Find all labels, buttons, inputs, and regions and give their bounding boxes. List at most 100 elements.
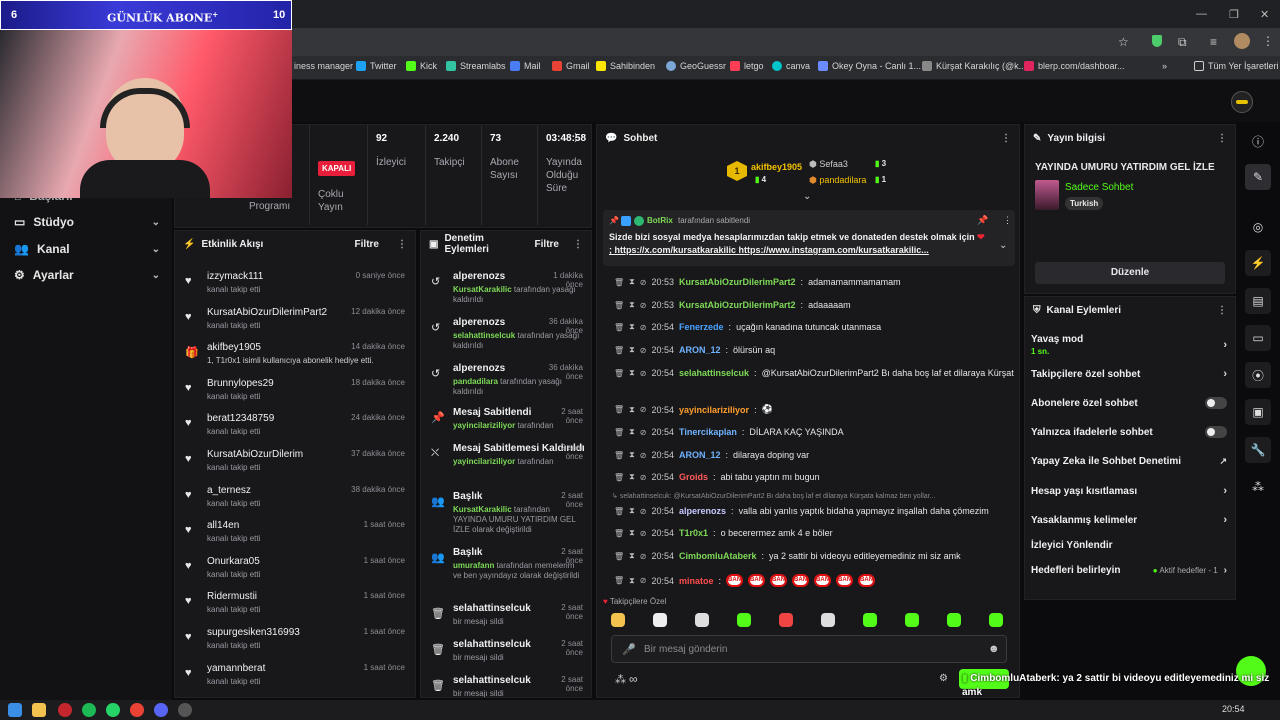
menu-icon[interactable]: ⋮ — [1262, 34, 1274, 48]
bookmark-item[interactable]: Mail — [510, 61, 541, 71]
nav-item-channel[interactable]: 👥 Kanal ⌄ — [14, 242, 160, 256]
redirect-row[interactable]: İzleyici Yönlendir — [1031, 540, 1227, 551]
emote-icon[interactable] — [947, 613, 961, 627]
layout-icon[interactable]: ▣ — [1245, 399, 1271, 425]
follower-chat-row[interactable]: Takipçilere özel sohbet › — [1031, 368, 1227, 380]
more-icon[interactable]: ⋮ — [397, 239, 407, 250]
ban-icon[interactable]: ⊘ — [640, 451, 647, 460]
emote-icon[interactable] — [611, 613, 625, 627]
bookmark-item[interactable]: letgo — [730, 61, 764, 71]
extensions-icon[interactable]: ⧉ — [1178, 35, 1187, 50]
bookmark-item[interactable]: Gmail — [552, 61, 590, 71]
bookmark-item[interactable]: Okey Oyna - Canlı 1... — [818, 61, 921, 71]
activity-filter-button[interactable]: Filtre — [355, 239, 379, 250]
bookmarks-overflow-icon[interactable]: » — [1162, 61, 1167, 71]
clipboard-icon[interactable]: ▤ — [1245, 288, 1271, 314]
bolt-icon[interactable]: ⚡ — [1245, 250, 1271, 276]
activity-item[interactable]: ♥ supurgesiken316993 kanalı takip etti 1… — [175, 621, 415, 657]
emote-icon[interactable] — [737, 613, 751, 627]
trash-icon[interactable]: 🗑 — [614, 428, 624, 437]
timeout-icon[interactable]: ⧗ — [629, 405, 635, 415]
restore-icon[interactable]: ❐ — [1229, 8, 1239, 21]
emote-icon[interactable] — [695, 613, 709, 627]
moderation-item[interactable]: ↺ alperenozs pandadilara tarafından yasa… — [421, 359, 591, 397]
timeout-icon[interactable]: ⧗ — [629, 506, 635, 516]
activity-item[interactable]: ♥ berat12348759 kanalı takip etti 24 dak… — [175, 407, 415, 443]
wrench-icon[interactable]: 🔧 — [1245, 437, 1271, 463]
category-link[interactable]: Sadece Sohbet — [1065, 182, 1133, 193]
bookmark-item[interactable]: blerp.com/dashboar... — [1024, 61, 1125, 71]
edit-button[interactable]: Düzenle — [1035, 262, 1225, 284]
close-icon[interactable]: ✕ — [1260, 8, 1269, 21]
account-age-row[interactable]: Hesap yaşı kısıtlaması › — [1031, 485, 1227, 497]
mic-icon[interactable]: 🎤 — [622, 643, 636, 656]
timeout-icon[interactable]: ⧗ — [629, 345, 635, 355]
ban-icon[interactable]: ⊘ — [640, 576, 647, 585]
activity-item[interactable]: ♥ Brunnylopes29 kanalı takip etti 18 dak… — [175, 372, 415, 408]
broadcast-icon[interactable]: ⦿ — [1245, 362, 1271, 388]
slow-mode-row[interactable]: Yavaş mod 1 sn. › — [1031, 334, 1227, 356]
chat-message[interactable]: 🗑 ⧗ ⊘ 20:54 CimbomluAtaberk: ya 2 sattir … — [614, 551, 1014, 561]
activity-item[interactable]: ♥ all14en kanalı takip etti 1 saat önce — [175, 514, 415, 550]
spotify-icon[interactable] — [82, 703, 96, 717]
moderation-item[interactable]: 🗑 selahattinselcuk bir mesajı sildi 2 sa… — [421, 671, 591, 697]
activity-item[interactable]: ♥ KursatAbiOzurDilerim kanalı takip etti… — [175, 443, 415, 479]
chat-message[interactable]: 🗑 ⧗ ⊘ 20:54 ARON_12: dilaraya doping var — [614, 450, 1014, 460]
sub-chat-toggle[interactable] — [1205, 397, 1227, 409]
pencil-icon[interactable]: ✎ — [1245, 164, 1271, 190]
moderation-filter-button[interactable]: Filtre — [535, 239, 559, 250]
ban-icon[interactable]: ⊘ — [640, 552, 647, 561]
gifter-name[interactable]: akifbey1905 — [751, 162, 802, 172]
trash-icon[interactable]: 🗑 — [614, 552, 624, 561]
timeout-icon[interactable]: ⧗ — [629, 277, 635, 287]
ban-icon[interactable]: ⊘ — [640, 301, 647, 310]
timeout-icon[interactable]: ⧗ — [629, 528, 635, 538]
activity-item[interactable]: ♥ yamannberat kanalı takip etti 1 saat ö… — [175, 657, 415, 693]
ai-mod-row[interactable]: Yapay Zeka ile Sohbet Denetimi ↗ — [1031, 456, 1227, 467]
ban-icon[interactable]: ⊘ — [640, 323, 647, 332]
activity-item[interactable]: ♥ Ridermustii kanalı takip etti 1 saat ö… — [175, 585, 415, 621]
more-icon[interactable]: ⋮ — [573, 239, 583, 250]
activity-item[interactable]: 🎁 akifbey1905 1, T1r0x1 isimli kullanıcı… — [175, 336, 415, 372]
profile-avatar[interactable] — [1234, 33, 1250, 49]
pinned-bot-name[interactable]: BotRix — [647, 216, 673, 225]
chat-message[interactable]: 🗑 ⧗ ⊘ 20:54 alperenozs: valla abi yanlıs … — [614, 506, 1014, 516]
chat-input[interactable]: 🎤 Bir mesaj gönderin ☻ — [611, 635, 1007, 663]
trash-icon[interactable]: 🗑 — [614, 451, 624, 460]
target-icon[interactable]: ◎ — [1245, 214, 1271, 240]
community-icon[interactable]: ⁂ — [615, 673, 626, 686]
ban-icon[interactable]: ⊘ — [640, 346, 647, 355]
trash-icon[interactable]: 🗑 — [614, 529, 624, 538]
chat-message[interactable]: 🗑 ⧗ ⊘ 20:54 minatoe: BAN BAN BAN BAN BAN BAN BA… — [614, 574, 1014, 587]
chevron-down-icon[interactable]: ⌄ — [999, 240, 1007, 251]
gifter-name[interactable]: ⬢ pandadilara — [809, 175, 866, 186]
media-icon[interactable]: ≡ — [1210, 35, 1217, 49]
activity-item[interactable]: ♥ a_ternesz kanalı takip etti 38 dakika … — [175, 479, 415, 515]
folder-icon[interactable] — [32, 703, 46, 717]
timeout-icon[interactable]: ⧗ — [629, 472, 635, 482]
more-icon[interactable]: ⋮ — [1217, 133, 1227, 144]
emote-icon[interactable] — [779, 613, 793, 627]
moderation-item[interactable]: 👥 Başlık KursatKarakilic tarafından YAYI… — [421, 487, 591, 535]
ban-icon[interactable]: ⊘ — [640, 405, 647, 414]
obs-icon[interactable] — [178, 703, 192, 717]
bookmark-item[interactable]: Kürşat Karakılıç (@k... — [922, 61, 1026, 71]
emote-icon[interactable] — [863, 613, 877, 627]
timeout-icon[interactable]: ⧗ — [629, 300, 635, 310]
ban-icon[interactable]: ⊘ — [640, 529, 647, 538]
activity-item[interactable]: ♥ izzymack111 kanalı takip etti 0 saniye… — [175, 265, 415, 301]
chat-message[interactable]: 🗑 ⧗ ⊘ 20:54 Tinercikaplan: DİLARA KAÇ YAŞ… — [614, 427, 1014, 437]
whatsapp-icon[interactable] — [106, 703, 120, 717]
bookmark-item[interactable]: Streamlabs — [446, 61, 506, 71]
trash-icon[interactable]: 🗑 — [614, 405, 624, 414]
more-icon[interactable]: ⋮ — [1217, 305, 1227, 316]
timeout-icon[interactable]: ⧗ — [629, 368, 635, 378]
trash-icon[interactable]: 🗑 — [614, 507, 624, 516]
chat-message[interactable]: 🗑 ⧗ ⊘ 20:54 T1r0x1: o becerermez amk 4 e … — [614, 528, 1014, 538]
ban-icon[interactable]: ⊘ — [640, 507, 647, 516]
bookmark-item[interactable]: canva — [772, 61, 810, 71]
emoji-icon[interactable]: ☻ — [988, 643, 1000, 655]
discord-icon[interactable] — [154, 703, 168, 717]
ban-icon[interactable]: ⊘ — [640, 369, 647, 378]
infinity-icon[interactable]: ∞ — [629, 672, 638, 686]
